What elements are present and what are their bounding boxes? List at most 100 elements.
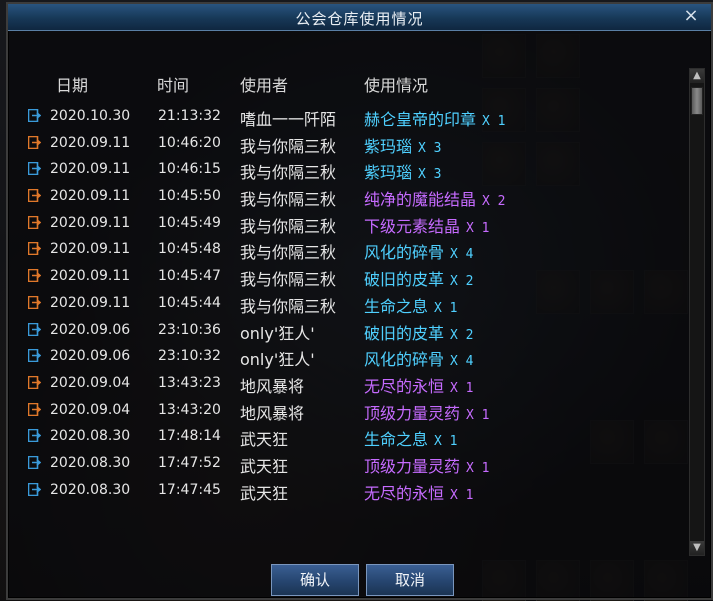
- table-row[interactable]: 2020.10.30 21:13:32 嗜血一一阡陌 赫仑皇帝的印章 X 1: [8, 104, 711, 131]
- row-time: 17:47:45: [158, 481, 221, 498]
- withdraw-icon: [28, 189, 41, 203]
- row-user: only'狂人': [240, 350, 315, 370]
- table-row[interactable]: 2020.09.06 23:10:36 only'狂人' 破旧的皮革 X 2: [8, 318, 711, 345]
- table-row[interactable]: 2020.09.11 10:46:20 我与你隔三秋 紫玛瑙 X 3: [8, 131, 711, 158]
- cancel-button[interactable]: 取消: [366, 564, 454, 596]
- table-row[interactable]: 2020.09.11 10:45:47 我与你隔三秋 破旧的皮革 X 2: [8, 264, 711, 291]
- row-date: 2020.09.11: [50, 188, 131, 205]
- item-name: 顶级力量灵药: [364, 403, 461, 423]
- withdraw-icon: [28, 135, 41, 149]
- item-name: 生命之息: [364, 296, 429, 316]
- table-row[interactable]: 2020.08.30 17:48:14 武天狂 生命之息 X 1: [8, 424, 711, 451]
- usage-log-list: 2020.10.30 21:13:32 嗜血一一阡陌 赫仑皇帝的印章 X 1 2020.0…: [8, 104, 711, 504]
- deposit-icon: [28, 349, 41, 363]
- table-row[interactable]: 2020.09.04 13:43:23 地风暴将 无尽的永恒 X 1: [8, 371, 711, 398]
- item-quantity: X 2: [450, 274, 474, 290]
- row-usage: 顶级力量灵药 X 1: [364, 453, 490, 477]
- item-quantity: X 1: [466, 220, 490, 236]
- withdraw-icon: [28, 402, 41, 416]
- table-row[interactable]: 2020.08.30 17:47:52 武天狂 顶级力量灵药 X 1: [8, 451, 711, 478]
- row-usage: 破旧的皮革 X 2: [364, 320, 474, 344]
- row-usage: 纯净的魔能结晶 X 2: [364, 186, 506, 210]
- withdraw-icon: [28, 295, 41, 309]
- row-user: 我与你隔三秋: [240, 190, 337, 210]
- item-quantity: X 1: [434, 300, 458, 316]
- table-row[interactable]: 2020.09.06 23:10:32 only'狂人' 风化的碎骨 X 4: [8, 344, 711, 371]
- withdraw-icon: [28, 215, 41, 229]
- dialog-title: 公会仓库使用情况: [295, 10, 424, 28]
- item-quantity: X 4: [450, 354, 474, 370]
- row-user: 武天狂: [240, 430, 289, 450]
- item-quantity: X 2: [482, 194, 506, 210]
- item-name: 风化的碎骨: [364, 350, 445, 370]
- scroll-thumb[interactable]: [691, 87, 703, 115]
- scrollbar[interactable]: ▲ ▼: [689, 68, 705, 556]
- row-user: only'狂人': [240, 323, 315, 343]
- deposit-icon: [28, 429, 41, 443]
- item-quantity: X 4: [450, 247, 474, 263]
- row-user: 地风暴将: [240, 403, 305, 423]
- table-row[interactable]: 2020.09.11 10:46:15 我与你隔三秋 紫玛瑙 X 3: [8, 157, 711, 184]
- item-name: 破旧的皮革: [364, 270, 445, 290]
- withdraw-icon: [28, 242, 41, 256]
- table-row[interactable]: 2020.09.11 10:45:49 我与你隔三秋 下级元素结晶 X 1: [8, 211, 711, 238]
- row-user: 嗜血一一阡陌: [240, 110, 337, 129]
- item-quantity: X 2: [450, 327, 474, 343]
- scroll-down-button[interactable]: ▼: [690, 541, 704, 555]
- deposit-icon: [28, 322, 41, 336]
- row-usage: 无尽的永恒 X 1: [364, 480, 474, 504]
- row-date: 2020.08.30: [50, 454, 131, 471]
- header-usage: 使用情况: [364, 76, 429, 95]
- table-row[interactable]: 2020.09.11 10:45:44 我与你隔三秋 生命之息 X 1: [8, 291, 711, 318]
- row-time: 23:10:32: [158, 348, 221, 365]
- row-usage: 生命之息 X 1: [364, 293, 458, 317]
- table-row[interactable]: 2020.09.11 10:45:50 我与你隔三秋 纯净的魔能结晶 X 2: [8, 184, 711, 211]
- item-quantity: X 3: [418, 167, 442, 183]
- row-user: 我与你隔三秋: [240, 243, 337, 263]
- title-bar[interactable]: 公会仓库使用情况 ×: [8, 4, 711, 31]
- row-date: 2020.09.11: [50, 241, 131, 258]
- table-row[interactable]: 2020.08.30 17:47:45 武天狂 无尽的永恒 X 1: [8, 478, 711, 505]
- item-quantity: X 3: [418, 140, 442, 156]
- row-user: 我与你隔三秋: [240, 163, 337, 183]
- item-name: 纯净的魔能结晶: [364, 190, 477, 210]
- row-time: 10:46:15: [158, 161, 221, 178]
- table-row[interactable]: 2020.09.04 13:43:20 地风暴将 顶级力量灵药 X 1: [8, 398, 711, 425]
- scroll-up-button[interactable]: ▲: [690, 69, 704, 83]
- row-date: 2020.09.04: [50, 401, 131, 418]
- row-time: 10:45:44: [158, 294, 221, 311]
- row-time: 21:13:32: [158, 108, 221, 124]
- row-time: 10:45:48: [158, 241, 221, 258]
- item-name: 紫玛瑙: [364, 163, 413, 183]
- row-date: 2020.09.11: [50, 134, 131, 151]
- row-usage: 赫仑皇帝的印章 X 1: [364, 106, 506, 130]
- row-date: 2020.09.06: [50, 348, 131, 365]
- item-name: 赫仑皇帝的印章: [364, 110, 477, 129]
- row-date: 2020.09.06: [50, 321, 131, 338]
- deposit-icon: [28, 455, 41, 469]
- row-user: 我与你隔三秋: [240, 136, 337, 156]
- deposit-icon: [28, 162, 41, 176]
- withdraw-icon: [28, 269, 41, 283]
- row-date: 2020.08.30: [50, 481, 131, 498]
- close-button[interactable]: ×: [681, 6, 701, 26]
- header-user: 使用者: [240, 76, 289, 95]
- row-usage: 紫玛瑙 X 3: [364, 133, 442, 157]
- table-row[interactable]: 2020.09.11 10:45:48 我与你隔三秋 风化的碎骨 X 4: [8, 237, 711, 264]
- row-user: 武天狂: [240, 456, 289, 476]
- row-time: 17:47:52: [158, 454, 221, 471]
- item-quantity: X 1: [450, 487, 474, 503]
- row-date: 2020.10.30: [50, 108, 131, 124]
- guild-warehouse-usage-dialog: 公会仓库使用情况 × 日期 时间 使用者 使用情况 2020.10.30 21:1…: [6, 2, 713, 600]
- row-usage: 顶级力量灵药 X 1: [364, 400, 490, 424]
- table-header: 日期 时间 使用者 使用情况: [8, 72, 711, 100]
- row-user: 地风暴将: [240, 376, 305, 396]
- item-name: 生命之息: [364, 430, 429, 450]
- row-time: 13:43:20: [158, 401, 221, 418]
- confirm-button[interactable]: 确认: [271, 564, 359, 596]
- row-time: 13:43:23: [158, 374, 221, 391]
- row-usage: 紫玛瑙 X 3: [364, 159, 442, 183]
- item-quantity: X 1: [434, 434, 458, 450]
- row-usage: 生命之息 X 1: [364, 426, 458, 450]
- row-usage: 风化的碎骨 X 4: [364, 346, 474, 370]
